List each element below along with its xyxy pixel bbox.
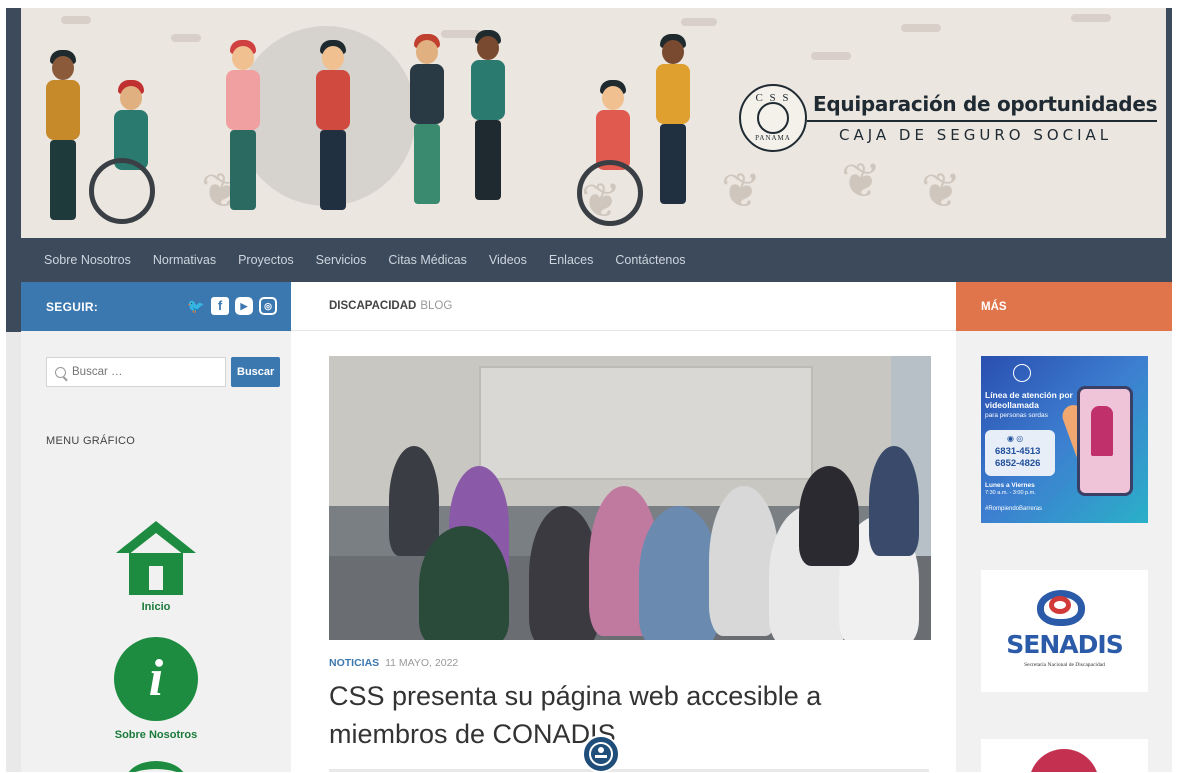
logo-text: PANAMA: [755, 134, 791, 142]
follow-label: SEGUIR:: [46, 299, 99, 314]
menu-item-label: Sobre Nosotros: [114, 729, 198, 741]
leaf-decoration: ❦: [841, 155, 882, 208]
follow-bar: SEGUIR: 🐦 f ▶ ◎: [21, 282, 291, 331]
instagram-icon[interactable]: ◎: [259, 297, 277, 315]
post-meta: NOTICIAS 11 MAYO, 2022: [329, 657, 458, 669]
wheelchair-wheel: [89, 158, 155, 224]
youtube-icon[interactable]: ▶: [235, 297, 253, 315]
senadis-logo-icon: [1049, 596, 1071, 614]
search-button[interactable]: Buscar: [231, 357, 280, 387]
partner-ad[interactable]: [981, 739, 1148, 772]
senadis-ad[interactable]: SENADIS Secretaría Nacional de Discapaci…: [981, 570, 1148, 692]
logo-text: C S S: [755, 92, 791, 104]
nav-item-enlaces[interactable]: Enlaces: [549, 253, 593, 267]
main-nav: Sobre Nosotros Normativas Proyectos Serv…: [21, 238, 1166, 282]
ad-hashtag: #RompiendoBarreras: [985, 506, 1043, 512]
ad-hours: 7:30 a.m. - 3:00 p.m.: [985, 490, 1036, 496]
more-bar: MÁS: [956, 282, 1172, 331]
nav-item-normativas[interactable]: Normativas: [153, 253, 216, 267]
videocall-ad[interactable]: Línea de atención por videollamada para …: [981, 356, 1148, 523]
ad-days: Lunes a Viernes: [985, 482, 1035, 489]
home-icon: [116, 521, 196, 595]
browser-frame: ❦ ❦ ❦ ❦ ❦ C S S PANAMA Equiparación de o…: [6, 8, 1172, 772]
site-subtitle: CAJA DE SEGURO SOCIAL: [839, 126, 1113, 144]
illustration-person: [311, 40, 355, 226]
illustration-person: [466, 30, 510, 226]
menu-item-label: Inicio: [141, 601, 171, 613]
search-icon: [55, 366, 66, 378]
cloud-decoration: [681, 18, 717, 26]
post-featured-image[interactable]: [329, 356, 931, 640]
leaf-decoration: ❦: [721, 165, 762, 218]
facebook-icon[interactable]: f: [211, 297, 229, 315]
breadcrumb-category[interactable]: DISCAPACIDAD: [329, 300, 416, 312]
site-title[interactable]: Equiparación de oportunidades: [813, 92, 1158, 116]
senadis-name: SENADIS: [1006, 630, 1123, 659]
menu-icon: [126, 761, 186, 772]
signer-illustration: [1091, 406, 1113, 456]
accessibility-icon-head: [598, 747, 604, 753]
accessibility-icon-arms: [595, 755, 607, 758]
illustration-person: [651, 34, 695, 226]
menu-item-inicio[interactable]: Inicio: [21, 521, 291, 613]
info-icon: i: [114, 637, 198, 721]
nav-item-contactenos[interactable]: Contáctenos: [615, 253, 685, 267]
sign-language-icon: [1013, 364, 1031, 382]
css-logo[interactable]: C S S PANAMA: [739, 84, 807, 152]
main-content: NOTICIAS 11 MAYO, 2022 CSS presenta su p…: [291, 331, 956, 772]
more-label: MÁS: [981, 300, 1007, 313]
phone-number: 6852-4826: [995, 458, 1041, 469]
illustration-person: [405, 34, 449, 226]
header-banner[interactable]: ❦ ❦ ❦ ❦ ❦ C S S PANAMA Equiparación de o…: [21, 8, 1166, 238]
partner-logo-icon: [1029, 749, 1099, 772]
left-sidebar: Buscar MENU GRÁFICO Inicio i Sobre Nosot…: [21, 331, 291, 772]
nav-item-sobre-nosotros[interactable]: Sobre Nosotros: [44, 253, 131, 267]
cloud-decoration: [811, 52, 851, 60]
cloud-decoration: [901, 24, 941, 32]
right-sidebar: Línea de atención por videollamada para …: [956, 331, 1172, 772]
cloud-decoration: [1071, 14, 1111, 22]
nav-item-servicios[interactable]: Servicios: [316, 253, 367, 267]
accessibility-button[interactable]: [582, 735, 620, 773]
cloud-decoration: [171, 34, 201, 42]
phone-number: 6831-4513: [995, 446, 1041, 457]
leaf-decoration: ❦: [921, 165, 962, 218]
breadcrumb: DISCAPACIDAD BLOG: [291, 282, 956, 331]
menu-title: MENU GRÁFICO: [46, 435, 136, 447]
cloud-decoration: [61, 16, 91, 24]
menu-item-next[interactable]: [21, 761, 291, 772]
phone-card: ◉ ◎ 6831-4513 6852-4826: [985, 430, 1055, 476]
post-title[interactable]: CSS presenta su página web accesible a m…: [329, 677, 939, 753]
illustration-person: [221, 40, 265, 226]
search-field[interactable]: [46, 357, 226, 387]
nav-item-proyectos[interactable]: Proyectos: [238, 253, 294, 267]
senadis-subtitle: Secretaría Nacional de Discapacidad: [1024, 662, 1105, 668]
accessibility-icon: [589, 742, 613, 766]
frame-border: [6, 8, 21, 332]
social-links: 🐦 f ▶ ◎: [187, 297, 277, 315]
logo-emblem-icon: [757, 102, 789, 134]
nav-item-citas-medicas[interactable]: Citas Médicas: [388, 253, 467, 267]
search-input[interactable]: [70, 365, 224, 379]
wheelchair-wheel: [577, 160, 643, 226]
menu-item-sobre-nosotros[interactable]: i Sobre Nosotros: [21, 637, 291, 741]
phone-icon: ◉ ◎: [1007, 434, 1024, 443]
post-date: 11 MAYO, 2022: [385, 657, 459, 669]
illustration-person: [43, 50, 83, 226]
title-divider: [807, 120, 1157, 122]
nav-item-videos[interactable]: Videos: [489, 253, 527, 267]
ad-headline: Línea de atención por videollamada: [985, 390, 1073, 410]
post-category[interactable]: NOTICIAS: [329, 657, 379, 669]
twitter-icon[interactable]: 🐦: [187, 297, 205, 315]
breadcrumb-section: BLOG: [420, 300, 453, 312]
